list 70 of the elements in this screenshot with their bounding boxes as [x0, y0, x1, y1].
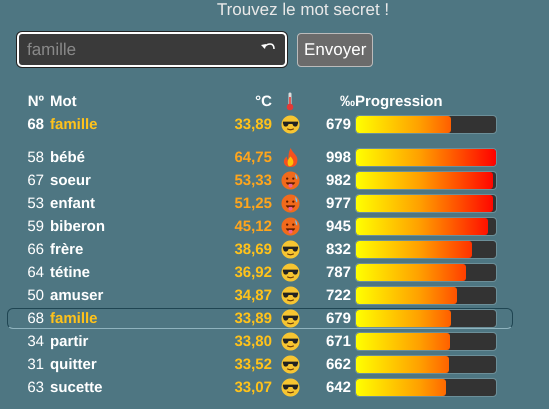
sunglasses-face-icon — [280, 378, 300, 397]
permille-value: 722 — [324, 287, 352, 304]
column-header: Progression — [355, 93, 444, 110]
sunglasses-face-icon — [280, 240, 300, 259]
permille-value: 945 — [324, 218, 352, 235]
guess-word: famille — [50, 116, 99, 133]
column-header: ‰ — [339, 93, 355, 110]
undo-icon[interactable] — [261, 42, 275, 52]
temperature-value: 64,75 — [233, 149, 272, 166]
guess-number: 58 — [26, 149, 45, 166]
guess-word: bébé — [50, 149, 86, 166]
guess-number: 66 — [26, 241, 45, 258]
page-title: Trouvez le mot secret ! — [216, 0, 390, 21]
guess-word: famille — [50, 310, 99, 327]
permille-value: 977 — [324, 195, 352, 212]
sunglasses-face-icon — [280, 309, 300, 328]
permille-value: 679 — [324, 310, 352, 327]
guess-number: 68 — [26, 310, 45, 327]
temperature-value: 33,07 — [233, 379, 272, 396]
permille-value: 679 — [324, 116, 352, 133]
guess-word: sucette — [50, 379, 104, 396]
thermometer-icon — [286, 92, 294, 111]
temperature-value: 33,80 — [233, 333, 272, 350]
column-header: Mot — [50, 93, 78, 110]
permille-value: 998 — [324, 149, 352, 166]
temperature-value: 34,87 — [233, 287, 272, 304]
temperature-value: 33,89 — [233, 116, 272, 133]
guess-number: 64 — [26, 264, 45, 281]
hot-face-icon — [280, 194, 300, 213]
guess-number: 50 — [26, 287, 45, 304]
permille-value: 642 — [324, 379, 352, 396]
guess-input-field[interactable]: famille — [17, 32, 287, 67]
guess-number: 31 — [26, 356, 45, 373]
fire-icon — [282, 148, 298, 167]
hot-face-icon — [280, 171, 300, 190]
temperature-value: 53,33 — [233, 172, 272, 189]
permille-value: 832 — [324, 241, 352, 258]
guess-word: biberon — [50, 218, 106, 235]
guess-word: amuser — [50, 287, 104, 304]
permille-value: 787 — [324, 264, 352, 281]
guess-word: frère — [50, 241, 84, 258]
guess-number: 63 — [26, 379, 45, 396]
sunglasses-face-icon — [280, 355, 300, 374]
guess-number: 34 — [26, 333, 45, 350]
guess-number: 67 — [26, 172, 45, 189]
sunglasses-face-icon — [280, 332, 300, 351]
guess-word: tétine — [50, 264, 92, 281]
guess-number: 68 — [26, 116, 45, 133]
sunglasses-face-icon — [280, 115, 300, 134]
guess-number: 53 — [26, 195, 45, 212]
temperature-value: 33,52 — [233, 356, 272, 373]
temperature-value: 33,89 — [233, 310, 272, 327]
guess-word: enfant — [50, 195, 96, 212]
permille-value: 671 — [324, 333, 352, 350]
temperature-value: 45,12 — [233, 218, 272, 235]
column-header: Nº — [26, 93, 45, 110]
guess-word: soeur — [50, 172, 92, 189]
permille-value: 982 — [324, 172, 352, 189]
temperature-value: 51,25 — [233, 195, 272, 212]
guess-word: quitter — [50, 356, 98, 373]
permille-value: 662 — [324, 356, 352, 373]
guess-number: 59 — [26, 218, 45, 235]
guess-word: partir — [50, 333, 90, 350]
hot-face-icon — [280, 217, 300, 236]
sunglasses-face-icon — [280, 286, 300, 305]
temperature-value: 38,69 — [233, 241, 272, 258]
sunglasses-face-icon — [280, 263, 300, 282]
temperature-value: 36,92 — [233, 264, 272, 281]
column-header: °C — [254, 93, 272, 110]
submit-button[interactable]: Envoyer — [297, 32, 374, 66]
